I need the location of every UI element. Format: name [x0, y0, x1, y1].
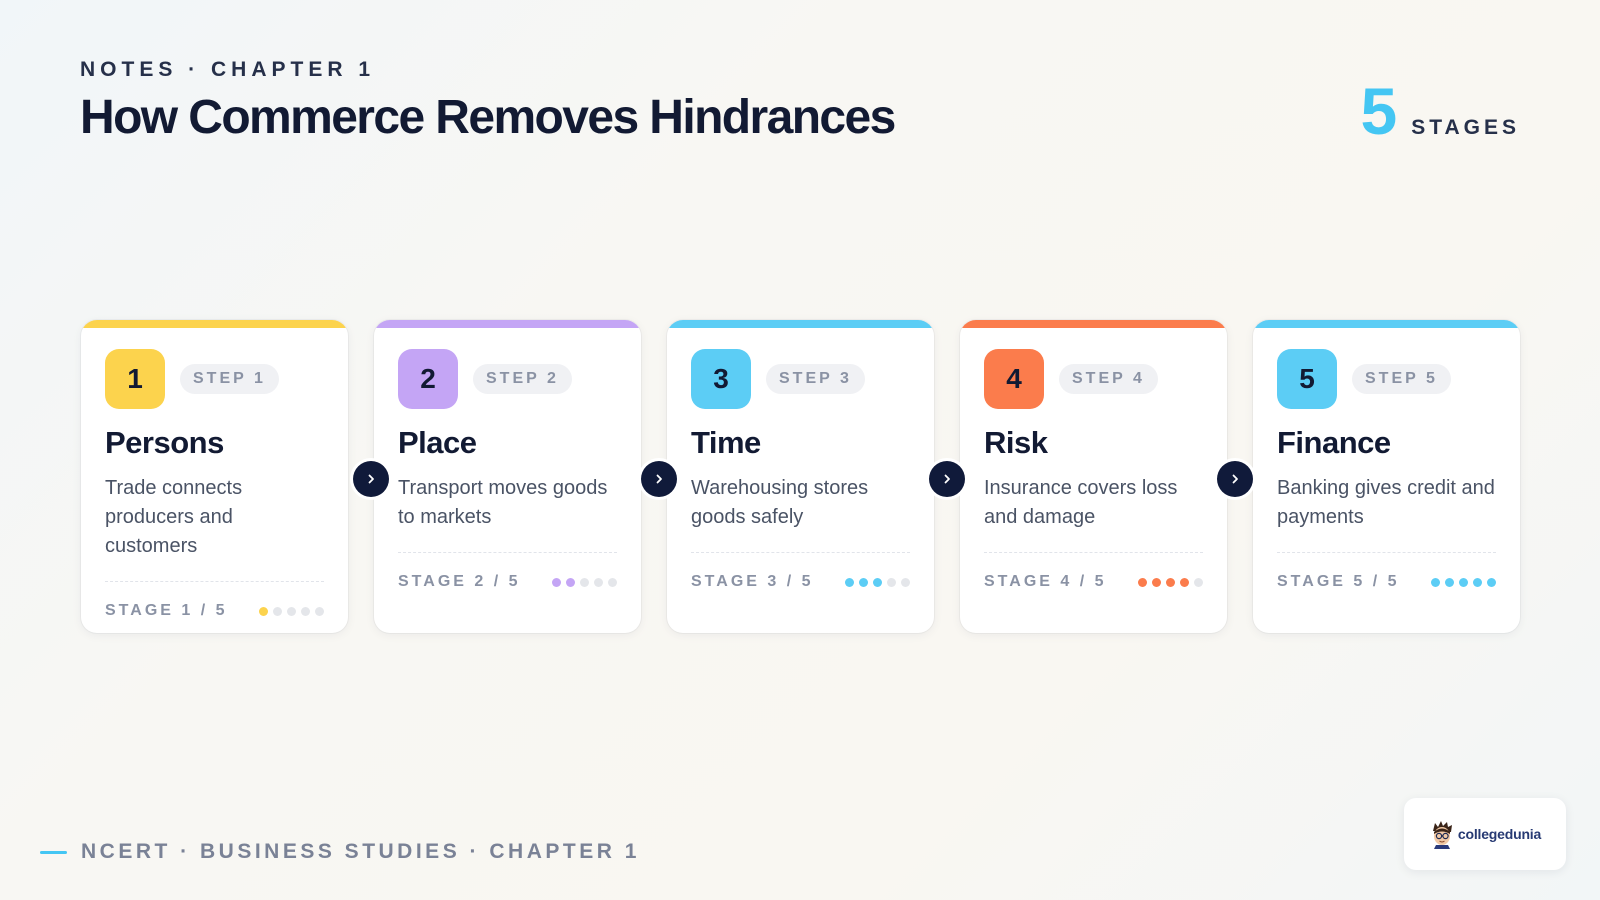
step-pill: STEP 2	[473, 364, 572, 394]
stage-counter: 5 STAGES	[1360, 78, 1520, 144]
step-card: 4 STEP 4 Risk Insurance covers loss and …	[960, 320, 1227, 633]
progress-dot-filled	[1166, 577, 1175, 587]
step-card: 1 STEP 1 Persons Trade connects producer…	[81, 320, 348, 633]
step-number-badge: 5	[1277, 349, 1337, 409]
step-title: Persons	[105, 425, 224, 460]
chevron-right-icon	[353, 461, 389, 497]
step-pill: STEP 1	[180, 364, 279, 394]
step-description: Warehousing stores goods safely	[691, 477, 869, 529]
step-title: Finance	[1277, 425, 1391, 460]
progress-dot-filled	[1487, 577, 1496, 587]
step-pill: STEP 5	[1352, 364, 1451, 394]
step-number-badge: 1	[105, 349, 165, 409]
progress-dot-empty	[301, 606, 310, 616]
mascot-icon	[1432, 821, 1452, 849]
brand-name: collegedunia	[1457, 826, 1542, 842]
page-title: How Commerce Removes Hindrances	[80, 91, 896, 144]
step-number-badge: 2	[398, 349, 458, 409]
progress-dot-filled	[1138, 577, 1147, 587]
chevron-right-icon	[929, 461, 965, 497]
step-description: Trade connects producers and customers	[105, 477, 243, 558]
stage-indicator: STAGE 5 / 5	[1277, 573, 1400, 591]
card-accent-bar	[374, 320, 641, 328]
step-pill: STEP 3	[766, 364, 865, 394]
progress-dots	[259, 606, 324, 616]
card-accent-bar	[960, 320, 1227, 328]
chevron-right-icon	[641, 461, 677, 497]
step-title: Time	[691, 425, 761, 460]
progress-dot-empty	[287, 606, 296, 616]
progress-dot-filled	[873, 577, 882, 587]
progress-dot-filled	[259, 606, 268, 616]
card-accent-bar	[667, 320, 934, 328]
stage-count: 5	[1360, 74, 1398, 148]
brand-logo: collegedunia	[1404, 798, 1566, 870]
step-card: 2 STEP 2 Place Transport moves goods to …	[374, 320, 641, 633]
step-card: 5 STEP 5 Finance Banking gives credit an…	[1253, 320, 1520, 633]
progress-dot-empty	[608, 577, 617, 587]
chevron-right-icon	[1217, 461, 1253, 497]
progress-dot-filled	[1431, 577, 1440, 587]
stage-indicator: STAGE 2 / 5	[398, 573, 521, 591]
progress-dot-empty	[315, 606, 324, 616]
step-title: Risk	[984, 425, 1048, 460]
progress-dot-empty	[901, 577, 910, 587]
progress-dot-filled	[566, 577, 575, 587]
progress-dot-empty	[594, 577, 603, 587]
progress-dot-empty	[887, 577, 896, 587]
progress-dots	[1431, 577, 1496, 587]
step-card: 3 STEP 3 Time Warehousing stores goods s…	[667, 320, 934, 633]
progress-dot-filled	[552, 577, 561, 587]
progress-dot-filled	[1152, 577, 1161, 587]
step-description: Banking gives credit and payments	[1277, 477, 1495, 529]
progress-dot-filled	[1180, 577, 1189, 587]
progress-dot-filled	[1473, 577, 1482, 587]
progress-dot-empty	[580, 577, 589, 587]
footer-text: NCERT · BUSINESS STUDIES · CHAPTER 1	[81, 840, 640, 863]
step-pill: STEP 4	[1059, 364, 1158, 394]
progress-dot-filled	[1459, 577, 1468, 587]
footer: NCERT · BUSINESS STUDIES · CHAPTER 1	[40, 840, 640, 864]
progress-dot-filled	[859, 577, 868, 587]
card-accent-bar	[1253, 320, 1520, 328]
card-accent-bar	[81, 320, 348, 328]
progress-dot-filled	[1445, 577, 1454, 587]
step-title: Place	[398, 425, 477, 460]
step-description: Insurance covers loss and damage	[984, 477, 1178, 529]
progress-dots	[552, 577, 617, 587]
progress-dots	[845, 577, 910, 587]
step-number-badge: 3	[691, 349, 751, 409]
step-number-badge: 4	[984, 349, 1044, 409]
progress-dot-empty	[1194, 577, 1203, 587]
footer-accent-line	[40, 850, 67, 854]
progress-dot-filled	[845, 577, 854, 587]
stage-count-label: STAGES	[1411, 116, 1520, 139]
steps-row: 1 STEP 1 Persons Trade connects producer…	[81, 320, 1520, 633]
stage-indicator: STAGE 4 / 5	[984, 573, 1107, 591]
step-description: Transport moves goods to markets	[398, 477, 608, 529]
progress-dots	[1138, 577, 1203, 587]
stage-indicator: STAGE 1 / 5	[105, 602, 228, 620]
progress-dot-empty	[273, 606, 282, 616]
stage-indicator: STAGE 3 / 5	[691, 573, 814, 591]
chapter-eyebrow: NOTES · CHAPTER 1	[80, 58, 376, 81]
